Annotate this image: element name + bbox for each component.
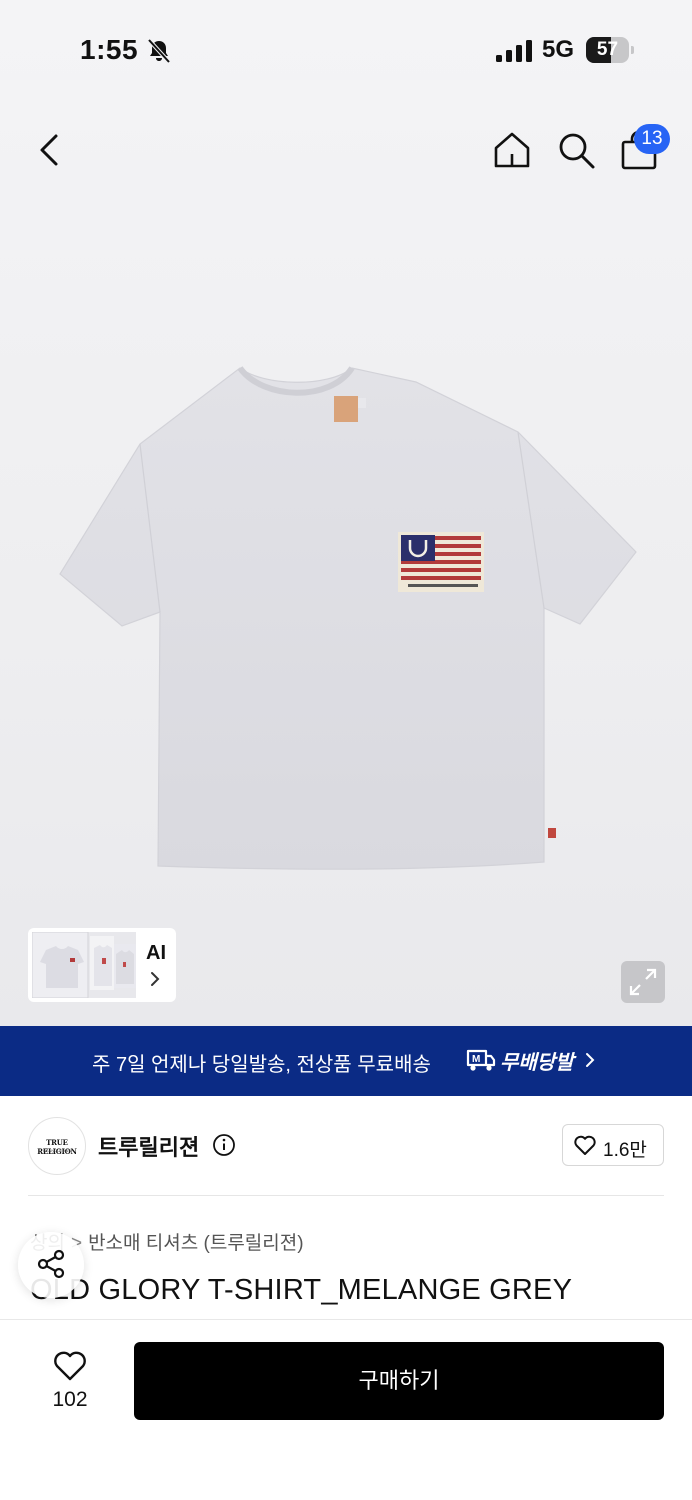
share-icon: [37, 1249, 65, 1279]
share-button[interactable]: [18, 1232, 84, 1298]
battery-icon: 57: [586, 37, 634, 63]
brand-like-button[interactable]: 1.6만: [562, 1124, 664, 1166]
back-chevron-icon[interactable]: [32, 130, 68, 170]
thumbnail-gallery[interactable]: AI: [28, 928, 176, 1002]
heart-outline-icon[interactable]: [52, 1350, 88, 1382]
product-title: OLD GLORY T-SHIRT_MELANGE GREY: [30, 1274, 573, 1306]
breadcrumb-item-subcategory[interactable]: 반소매 티셔츠 (트루릴리젼): [88, 1233, 304, 1254]
delivery-truck-icon: M: [466, 1049, 496, 1071]
banner-text: 주 7일 언제나 당일발송, 전상품 무료배송: [92, 1054, 431, 1076]
brand-logo-text: TRUE RELIGION: [37, 1138, 77, 1156]
buy-button[interactable]: 구매하기: [134, 1342, 664, 1420]
delivery-banner[interactable]: 주 7일 언제나 당일발송, 전상품 무료배송 M 무배당발: [0, 1026, 692, 1096]
cellular-signal-icon: [496, 40, 532, 62]
battery-level: 57: [596, 39, 619, 60]
status-time: 1:55: [80, 34, 139, 65]
wish-count: 102: [52, 1388, 88, 1411]
brand-logo-subtext: BRAND JEANS: [42, 1148, 71, 1153]
expand-icon: [629, 968, 657, 996]
brand-logo[interactable]: TRUE RELIGION BRAND JEANS: [28, 1117, 86, 1175]
bottom-action-bar: 102 구매하기: [0, 1319, 692, 1500]
chevron-right-icon[interactable]: [148, 970, 162, 988]
svg-text:M: M: [472, 1054, 480, 1065]
banner-brand: 무배당발: [500, 1052, 574, 1074]
home-icon[interactable]: [492, 130, 532, 170]
bell-slash-icon: [147, 38, 171, 64]
network-label: 5G: [542, 36, 575, 63]
thumbnail-images[interactable]: [32, 932, 136, 998]
heart-outline-icon: [574, 1135, 596, 1155]
expand-image-button[interactable]: [621, 961, 665, 1003]
brand-like-count: 1.6만: [603, 1140, 647, 1161]
product-tshirt-image[interactable]: [58, 362, 638, 874]
ai-label[interactable]: AI: [146, 942, 166, 965]
info-icon[interactable]: [212, 1133, 236, 1157]
product-image-area[interactable]: 1:55 5G 57 13 AI: [0, 0, 692, 1026]
status-bar: 1:55 5G 57: [0, 0, 692, 104]
divider: [28, 1195, 664, 1196]
search-icon[interactable]: [556, 130, 596, 170]
brand-name[interactable]: 트루릴리젼: [98, 1130, 199, 1162]
cart-count-badge: 13: [634, 124, 670, 154]
chevron-right-icon: [586, 1053, 595, 1067]
